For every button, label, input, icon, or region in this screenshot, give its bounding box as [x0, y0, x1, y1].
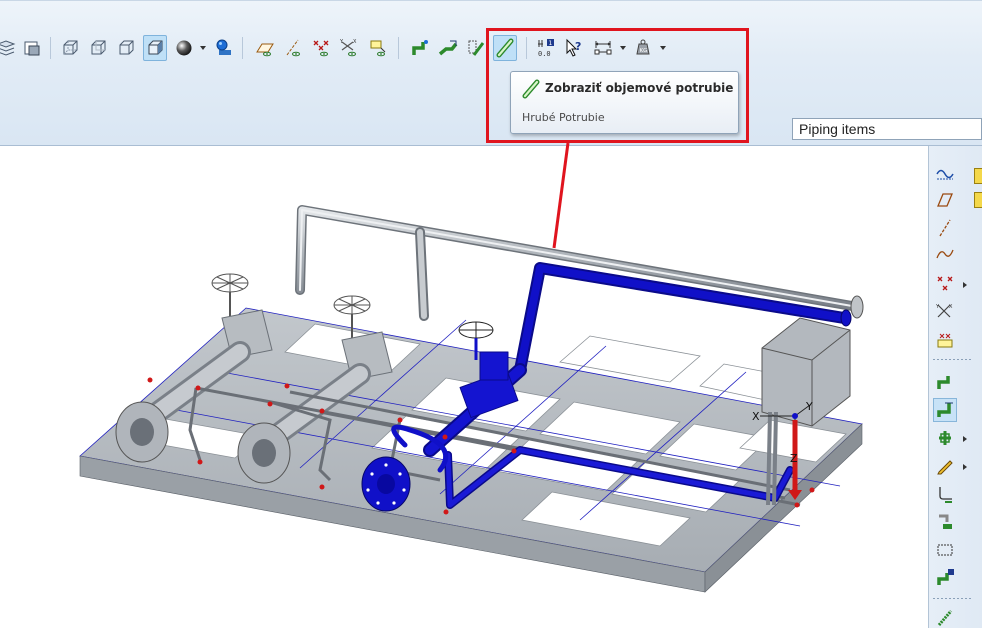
bend-icon[interactable]	[933, 482, 957, 506]
model-view[interactable]: X Y Z	[0, 146, 928, 628]
weight-icon[interactable]: KG	[631, 35, 655, 61]
tooltip-title: Zobraziť objemové potrubie	[545, 81, 734, 95]
point-display-icon[interactable]	[309, 35, 333, 61]
folder-icon[interactable]	[974, 192, 982, 208]
piping-items-select[interactable]: Piping items	[792, 118, 982, 140]
pipe-route-icon[interactable]	[408, 35, 432, 61]
thick-pipe-icon	[522, 79, 540, 99]
layers-icon[interactable]	[0, 35, 18, 61]
datum-point-icon[interactable]	[933, 272, 957, 296]
tooltip-description: Hrubé Potrubie	[522, 111, 605, 124]
toolbar-separator	[50, 37, 51, 59]
info-icon[interactable]: 1 0.0	[534, 35, 558, 61]
graphics-viewport[interactable]: X Y Z	[0, 146, 928, 628]
csys-y-label: Y	[805, 400, 813, 413]
right-toolbar: YX	[928, 146, 982, 628]
chevron-down-icon[interactable]	[199, 44, 207, 52]
panel-separator	[933, 359, 971, 360]
csys-x-label: X	[752, 410, 760, 423]
toolbar-row: YX 1 0.0 ? KG	[0, 35, 740, 63]
no-hidden-icon[interactable]	[114, 35, 138, 61]
toolbar-separator	[398, 37, 399, 59]
pipe-slope-icon[interactable]	[436, 35, 460, 61]
analysis-icon[interactable]	[933, 328, 957, 352]
pipe-centerline-icon[interactable]	[464, 35, 488, 61]
plane-icon[interactable]	[933, 188, 957, 212]
spin-center-icon[interactable]	[212, 35, 236, 61]
folder-icon[interactable]	[974, 168, 982, 184]
svg-text:X: X	[353, 39, 357, 45]
chevron-right-icon[interactable]	[962, 282, 968, 288]
grid-box-icon[interactable]	[933, 538, 957, 562]
pipe-extend-icon[interactable]	[933, 398, 957, 422]
svg-text:?: ?	[575, 40, 581, 53]
chevron-right-icon[interactable]	[962, 436, 968, 442]
axis-icon[interactable]	[933, 216, 957, 240]
shaded-icon[interactable]	[143, 35, 167, 61]
csys-icon[interactable]: YX	[933, 300, 957, 324]
pipe-connect-icon[interactable]	[933, 566, 957, 590]
datum-axes-icon[interactable]	[281, 35, 305, 61]
chevron-down-icon[interactable]	[659, 44, 667, 52]
curve-icon[interactable]	[933, 242, 957, 266]
pipe-route-icon[interactable]	[933, 370, 957, 394]
svg-text:KG: KG	[640, 48, 648, 54]
svg-text:X: X	[949, 304, 953, 310]
thick-pipe-icon[interactable]	[493, 35, 517, 61]
csys-z-label: Z	[790, 452, 798, 465]
pencil-icon[interactable]	[933, 454, 957, 478]
toolbar-separator	[526, 37, 527, 59]
panel-separator	[933, 598, 971, 599]
csys-display-icon[interactable]: YX	[337, 35, 361, 61]
spline-icon[interactable]	[933, 162, 957, 186]
toolbar-separator	[242, 37, 243, 59]
wireframe-icon[interactable]	[58, 35, 82, 61]
query-select-icon[interactable]: ?	[562, 35, 586, 61]
sphere-shading-icon[interactable]	[172, 35, 196, 61]
annotation-display-icon[interactable]	[366, 35, 390, 61]
fitting-icon[interactable]	[933, 510, 957, 534]
display-style-icon[interactable]	[20, 35, 44, 61]
chevron-right-icon[interactable]	[962, 464, 968, 470]
datum-planes-icon[interactable]	[253, 35, 277, 61]
svg-text:1: 1	[549, 40, 553, 47]
svg-text:0.0: 0.0	[538, 50, 551, 58]
thick-pipe-icon[interactable]	[933, 606, 957, 630]
pipe-branch-icon[interactable]	[933, 426, 957, 450]
hidden-line-icon[interactable]	[86, 35, 110, 61]
tooltip: Zobraziť objemové potrubie Hrubé Potrubi…	[510, 71, 739, 134]
svg-text:Y: Y	[339, 39, 344, 45]
toolbar-border	[0, 0, 982, 1]
dimension-icon[interactable]	[591, 35, 615, 61]
chevron-down-icon[interactable]	[619, 44, 627, 52]
